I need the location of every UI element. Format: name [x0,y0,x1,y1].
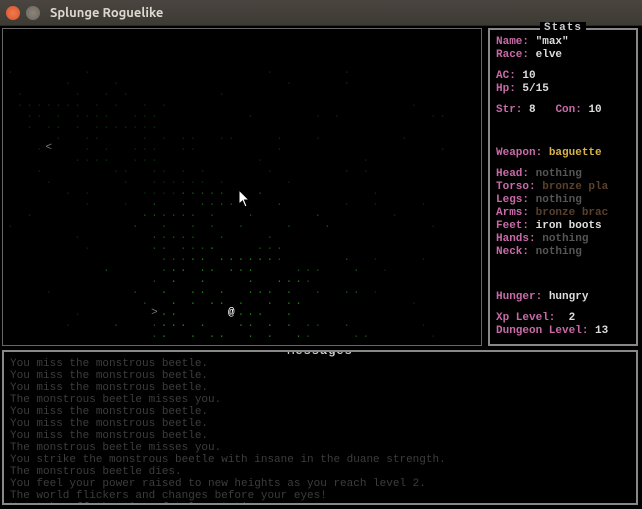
message-line: You strike the monstrous beetle with ins… [10,454,630,466]
stats-panel-title: Stats [490,22,636,35]
game-area: . . . . . . . . . . . . . ....... . . . … [0,26,642,509]
stat-weapon: Weapon: baguette [496,147,630,160]
stat-arms: Arms: bronze brac [496,207,630,220]
message-line: You feel your power raised to new height… [10,478,630,490]
message-line: You miss the monstrous beetle. [10,406,630,418]
stats-panel: Stats Name: "max" Race: elve AC: 10 Hp: … [488,28,638,346]
message-list: You miss the monstrous beetle.You miss t… [10,358,630,505]
stat-head: Head: nothing [496,168,630,181]
dungeon-map[interactable]: . . . . . . . . . . . . . ....... . . . … [2,28,482,346]
stat-feet: Feet: iron boots [496,220,630,233]
minimize-icon[interactable] [26,6,40,20]
messages-panel-title: Messages [4,350,636,358]
stat-hands: Hands: nothing [496,233,630,246]
messages-panel: Messages You miss the monstrous beetle.Y… [2,350,638,505]
stat-name: Name: "max" [496,36,630,49]
stat-dungeon: Dungeon Level: 13 [496,325,630,338]
stat-hunger: Hunger: hungry [496,291,630,304]
window-title: Splunge Roguelike [50,6,163,20]
close-icon[interactable] [6,6,20,20]
message-line: You miss the monstrous beetle. [10,418,630,430]
stat-neck: Neck: nothing [496,246,630,259]
stat-xp: Xp Level: 2 [496,312,630,325]
message-line: You miss the monstrous beetle. [10,430,630,442]
stat-str-con: Str: 8 Con: 10 [496,104,630,117]
message-line: You take off the ring of teleportation. [10,502,630,505]
stat-legs: Legs: nothing [496,194,630,207]
message-line: You miss the monstrous beetle. [10,358,630,370]
message-line: You miss the monstrous beetle. [10,370,630,382]
message-line: The world flickers and changes before yo… [10,490,630,502]
stat-torso: Torso: bronze pla [496,181,630,194]
stat-race: Race: elve [496,49,630,62]
stat-ac: AC: 10 [496,70,630,83]
message-line: The monstrous beetle dies. [10,466,630,478]
message-line: You miss the monstrous beetle. [10,382,630,394]
message-line: The monstrous beetle misses you. [10,394,630,406]
stat-hp: Hp: 5/15 [496,83,630,96]
message-line: The monstrous beetle misses you. [10,442,630,454]
